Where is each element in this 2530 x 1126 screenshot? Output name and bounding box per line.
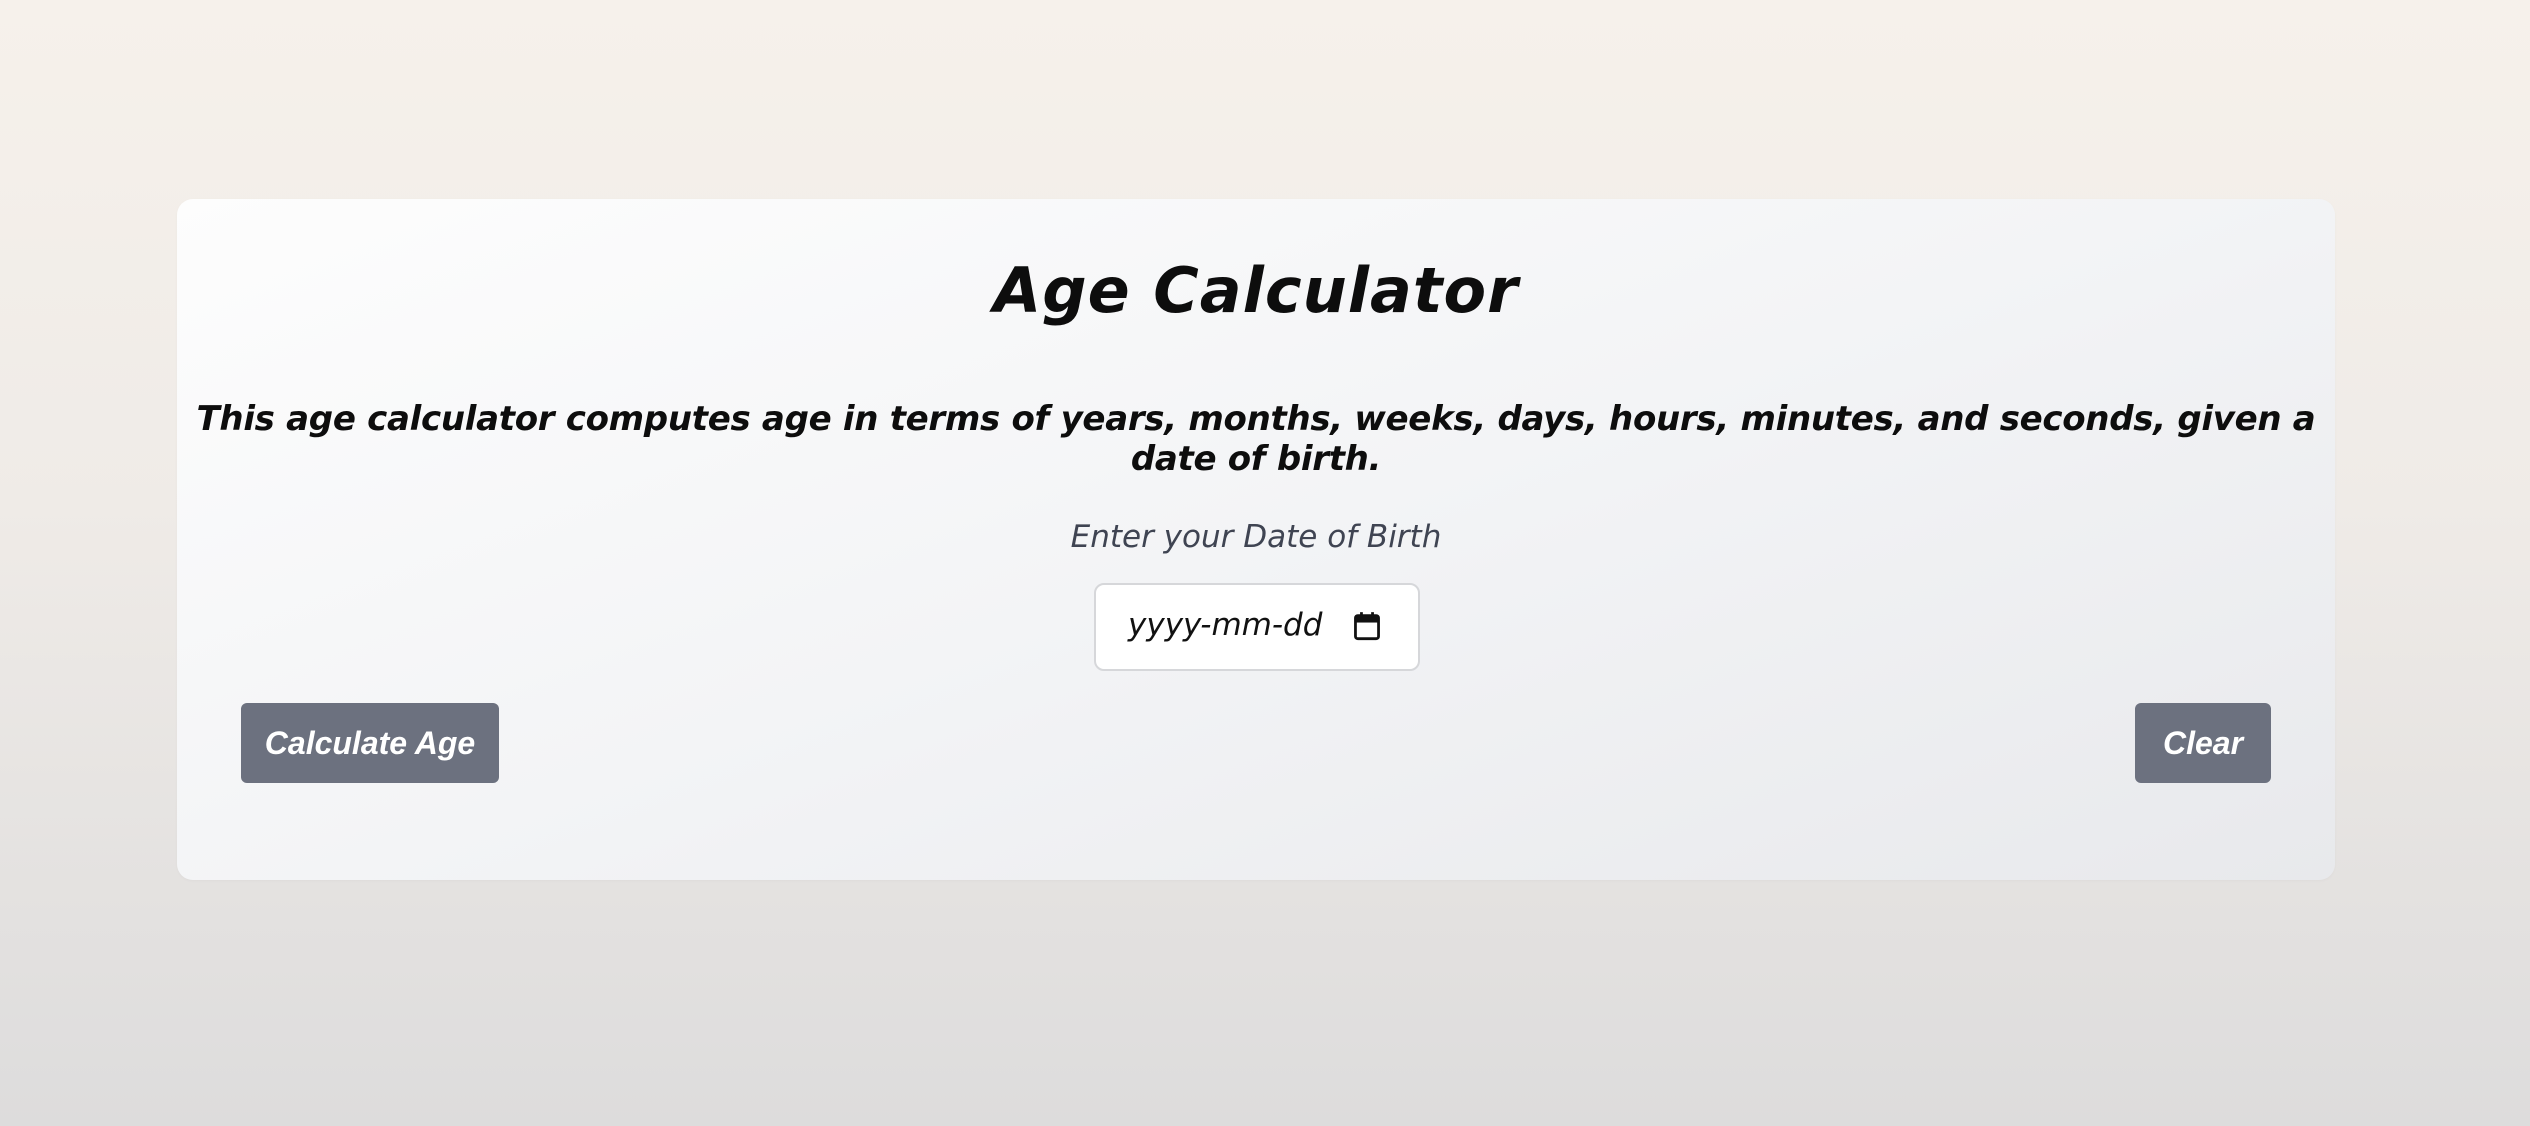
calendar-icon[interactable] xyxy=(1353,611,1381,641)
clear-button[interactable]: Clear xyxy=(2135,703,2271,783)
page-title: Age Calculator xyxy=(993,254,1519,327)
calculator-description: This age calculator computes age in term… xyxy=(196,399,2316,479)
date-of-birth-input[interactable]: yyyy-mm-dd xyxy=(1094,583,1420,671)
dob-label: Enter your Date of Birth xyxy=(1070,519,1442,555)
calculate-age-button[interactable]: Calculate Age xyxy=(241,703,499,783)
age-calculator-card: Age Calculator This age calculator compu… xyxy=(177,199,2335,880)
date-placeholder: yyyy-mm-dd xyxy=(1128,607,1323,643)
